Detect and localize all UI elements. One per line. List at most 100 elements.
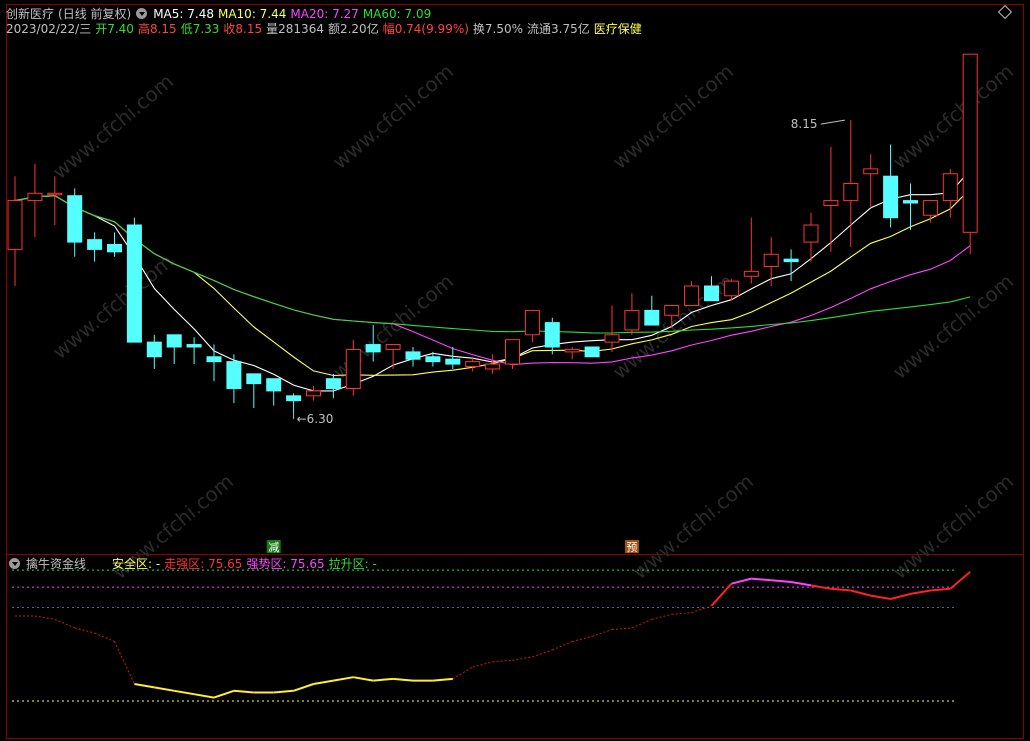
indicator-segment — [532, 649, 553, 658]
indicator-name[interactable]: 擒牛资金线 — [26, 557, 86, 571]
candle[interactable] — [226, 354, 242, 404]
candle[interactable] — [743, 217, 759, 284]
indicator-segment — [611, 627, 632, 631]
ma20-label: MA20: 7.27 — [290, 7, 359, 21]
indicator-segment — [790, 581, 812, 587]
indicator-segment — [154, 686, 175, 692]
chart-frame — [6, 4, 1024, 739]
candle[interactable] — [286, 393, 302, 413]
quote-info-line: 2023/02/22/三 开7.40 高8.15 低7.33 收8.15 量281364 额… — [6, 22, 646, 36]
candle[interactable] — [962, 53, 978, 255]
indicator-segment — [293, 683, 314, 692]
candle[interactable] — [485, 354, 501, 374]
indicator-segment — [890, 592, 911, 600]
indicator-segment — [771, 579, 792, 583]
candle[interactable] — [922, 200, 938, 223]
candle[interactable] — [684, 281, 700, 307]
indicator-segment — [552, 641, 573, 651]
chart-canvas[interactable]: www.cfchi.com www.cfchi.com www.cfchi.com w… — [0, 0, 1030, 741]
low-price-label: ←6.30 — [297, 412, 334, 426]
strengthen-zone-label: 走强区: 75.65 — [164, 557, 243, 571]
reduce-marker[interactable]: 减 — [266, 540, 281, 554]
candle[interactable] — [843, 120, 859, 247]
indicator-segment — [353, 676, 374, 682]
quote-field: 收8.15 — [223, 22, 263, 36]
candle[interactable] — [644, 295, 660, 326]
indicator-segment — [432, 677, 453, 682]
candle[interactable] — [206, 344, 222, 382]
candle[interactable] — [146, 334, 162, 369]
candle[interactable] — [604, 305, 620, 352]
indicator-segment — [512, 656, 533, 661]
candle[interactable] — [624, 293, 640, 335]
candle[interactable] — [126, 217, 142, 343]
indicator-line — [15, 571, 971, 699]
period-label[interactable]: (日线 前复权) — [58, 7, 131, 21]
watermark-text: www.cfchi.com — [888, 269, 1018, 384]
indicator-segment — [54, 618, 75, 629]
candle[interactable] — [266, 378, 282, 406]
high-price-label: 8.15 — [791, 117, 818, 131]
candle[interactable] — [67, 188, 83, 257]
indicator-segment — [591, 629, 613, 637]
candle[interactable] — [823, 146, 839, 252]
candle[interactable] — [7, 176, 23, 286]
quote-field: 开7.40 — [95, 22, 134, 36]
indicator-segment — [850, 589, 871, 597]
svg-text:减: 减 — [268, 541, 279, 554]
candle[interactable] — [107, 232, 122, 257]
candle[interactable] — [405, 347, 421, 367]
svg-text:预: 预 — [626, 541, 637, 554]
indicator-segment — [333, 676, 354, 682]
ma5-label: MA5: 7.48 — [153, 7, 214, 21]
quote-field: 低7.33 — [180, 22, 220, 36]
indicator-level-lines — [12, 569, 955, 702]
candle[interactable] — [763, 237, 779, 286]
candle[interactable] — [505, 339, 520, 369]
indicator-segment — [631, 618, 652, 629]
forecast-marker[interactable]: 预 — [624, 540, 639, 554]
candle[interactable] — [584, 346, 600, 358]
candle[interactable] — [783, 249, 799, 282]
indicator-segment — [930, 587, 951, 592]
quote-field: 高8.15 — [137, 22, 177, 36]
candle[interactable] — [27, 164, 43, 238]
quote-field: 量281364 — [266, 22, 324, 36]
quote-field: 额2.20亿 — [327, 22, 379, 36]
indicator-segment — [393, 677, 414, 682]
stock-chart-window[interactable]: www.cfchi.com www.cfchi.com www.cfchi.com w… — [0, 0, 1030, 741]
stock-name[interactable]: 创新医疗 — [6, 7, 54, 21]
indicator-settings-dropdown-icon[interactable] — [9, 558, 20, 569]
indicator-segment — [651, 613, 672, 620]
quote-field: 换7.50% — [472, 22, 524, 36]
quote-field: 幅0.74(9.99%) — [382, 22, 469, 36]
candle[interactable] — [564, 347, 580, 360]
candle[interactable] — [544, 317, 560, 355]
watermark-text: www.cfchi.com — [328, 59, 458, 174]
indicator-segment — [910, 589, 931, 595]
ma60-label: MA60: 7.09 — [362, 7, 432, 21]
indicator-segment — [452, 666, 473, 680]
candle[interactable] — [246, 373, 262, 408]
indicator-title-bar: 擒牛资金线 安全区: - 走强区: 75.65 强势区: 75.65 拉升区: - — [26, 557, 381, 571]
watermark-text: www.cfchi.com — [628, 469, 758, 584]
indicator-segment — [213, 689, 235, 699]
candle[interactable] — [385, 344, 401, 369]
indicator-segment — [472, 661, 493, 668]
ma10-label: MA10: 7.44 — [217, 7, 287, 21]
indicator-segment — [492, 659, 513, 663]
candle[interactable] — [524, 309, 540, 343]
quote-field: 2023/02/22/三 — [6, 22, 92, 36]
candle[interactable] — [942, 168, 958, 218]
candle[interactable] — [186, 337, 202, 365]
candle[interactable] — [47, 176, 63, 225]
indicator-segment — [373, 677, 394, 682]
candle[interactable] — [903, 183, 918, 230]
candle[interactable] — [166, 334, 182, 365]
candle[interactable] — [306, 386, 321, 401]
indicator-segment — [233, 689, 254, 694]
indicator-segment — [949, 571, 971, 590]
candle[interactable] — [863, 154, 879, 208]
indicator-segment — [671, 612, 692, 615]
candle[interactable] — [87, 232, 103, 262]
